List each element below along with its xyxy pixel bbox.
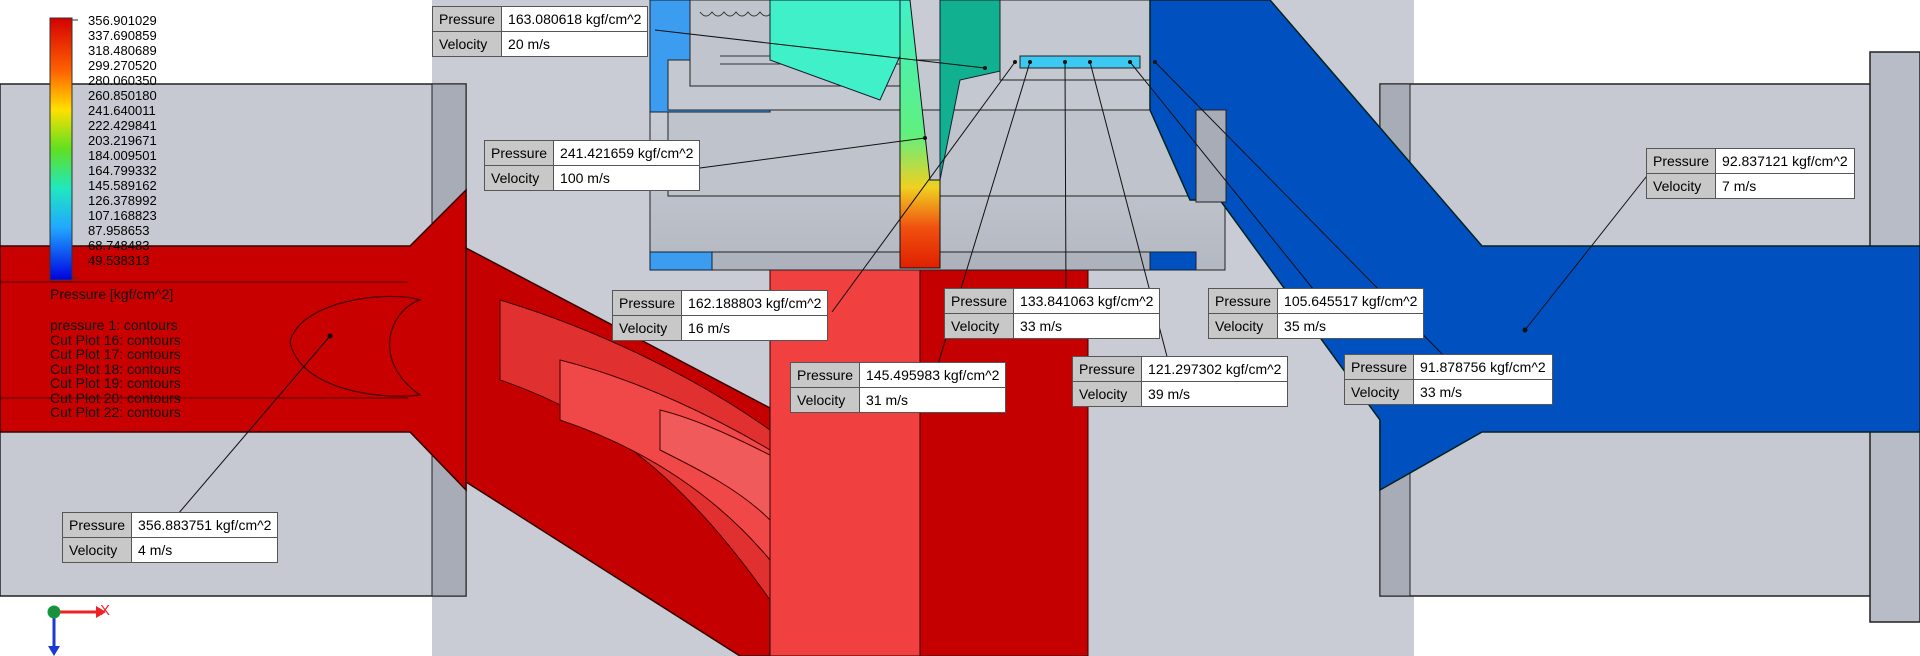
legend-value: 107.168823 <box>88 208 157 223</box>
velocity-label: Velocity <box>1209 313 1279 338</box>
legend-value: 68.748483 <box>88 238 150 253</box>
legend-color-bar <box>49 17 73 281</box>
pressure-value: 356.883751 kgf/cm^2 <box>138 517 272 533</box>
velocity-value: 31 m/s <box>860 387 1006 412</box>
velocity-value: 7 m/s <box>1716 173 1854 198</box>
velocity-value: 39 m/s <box>1142 381 1288 406</box>
velocity-label: Velocity <box>1073 381 1143 406</box>
pressure-label: Pressure <box>613 291 683 315</box>
probe-callout[interactable]: Pressure 91.878756 kgf/cm^2 Velocity 33 m/… <box>1344 354 1553 405</box>
plot-list-item[interactable]: Cut Plot 22: contours <box>50 405 181 420</box>
plot-list-item[interactable]: pressure 1: contours <box>50 318 181 333</box>
velocity-label: Velocity <box>613 315 683 340</box>
legend-value: 241.640011 <box>88 103 156 118</box>
velocity-label: Velocity <box>63 537 133 562</box>
legend-value: 356.901029 <box>88 13 157 28</box>
velocity-label: Velocity <box>485 165 555 190</box>
velocity-value: 20 m/s <box>502 31 648 56</box>
legend-value: 318.480689 <box>88 43 157 58</box>
plot-list-item[interactable]: Cut Plot 16: contours <box>50 332 181 348</box>
pressure-label: Pressure <box>63 513 133 537</box>
legend-value: 49.538313 <box>88 253 150 268</box>
probe-callout[interactable]: Pressure 162.188803 kgf/cm^2 Velocity 16 m… <box>612 290 829 341</box>
velocity-value: 16 m/s <box>682 315 828 340</box>
seat-right-blue <box>1149 251 1197 271</box>
pressure-label: Pressure <box>1647 149 1717 173</box>
velocity-label: Velocity <box>945 313 1015 338</box>
probe-callout[interactable]: Pressure 92.837121 kgf/cm^2 Velocity 7 m/s <box>1646 148 1855 199</box>
plot-list: pressure 1: contours Cut Plot 16: contou… <box>50 318 181 420</box>
pressure-value: 92.837121 kgf/cm^2 <box>1722 153 1848 169</box>
graphics-viewport[interactable]: 356.901029 337.690859 318.480689 299.270… <box>0 0 1920 656</box>
pressure-label: Pressure <box>1209 289 1279 313</box>
seat-left-blue <box>649 251 713 271</box>
legend-value: 126.378992 <box>88 193 157 208</box>
velocity-value: 4 m/s <box>132 537 278 562</box>
piston-ring-cells <box>1019 55 1141 69</box>
pressure-label: Pressure <box>791 363 861 387</box>
pressure-value: 145.495983 kgf/cm^2 <box>866 367 1000 383</box>
pressure-label: Pressure <box>945 289 1015 313</box>
probe-callout[interactable]: Pressure 145.495983 kgf/cm^2 Velocity 31 m… <box>790 362 1007 413</box>
pressure-label: Pressure <box>1345 355 1415 379</box>
pressure-label: Pressure <box>433 7 503 31</box>
legend-value: 184.009501 <box>88 148 157 163</box>
bonnet-flange <box>1195 109 1227 203</box>
probe-callout[interactable]: Pressure 133.841063 kgf/cm^2 Velocity 33 m… <box>944 288 1161 339</box>
legend-value: 260.850180 <box>88 88 157 103</box>
plot-list-item[interactable]: Cut Plot 20: contours <box>50 390 181 406</box>
pressure-value: 162.188803 kgf/cm^2 <box>688 295 822 311</box>
velocity-label: Velocity <box>791 387 861 412</box>
legend-value: 280.060350 <box>88 73 157 88</box>
pressure-value: 121.297302 kgf/cm^2 <box>1148 361 1282 377</box>
probe-callout[interactable]: Pressure 241.421659 kgf/cm^2 Velocity 100 … <box>484 140 701 191</box>
velocity-value: 100 m/s <box>554 165 700 190</box>
plot-list-item[interactable]: Cut Plot 19: contours <box>50 376 181 391</box>
velocity-label: Velocity <box>433 31 503 56</box>
velocity-value: 35 m/s <box>1278 313 1424 338</box>
pressure-value: 105.645517 kgf/cm^2 <box>1284 293 1418 309</box>
pressure-value: 163.080618 kgf/cm^2 <box>508 11 642 27</box>
x-axis-label: X <box>100 602 111 619</box>
velocity-label: Velocity <box>1647 173 1717 198</box>
pressure-value: 133.841063 kgf/cm^2 <box>1020 293 1154 309</box>
axis-triad: X <box>40 600 120 656</box>
probe-callout[interactable]: Pressure 356.883751 kgf/cm^2 Velocity 4 m/… <box>62 512 279 563</box>
probe-callout[interactable]: Pressure 163.080618 kgf/cm^2 Velocity 20 m… <box>432 6 649 57</box>
legend-value: 337.690859 <box>88 28 157 43</box>
probe-callout[interactable]: Pressure 105.645517 kgf/cm^2 Velocity 35 m… <box>1208 288 1425 339</box>
velocity-value: 33 m/s <box>1014 313 1160 338</box>
plot-list-item[interactable]: Cut Plot 18: contours <box>50 361 181 377</box>
pressure-value: 91.878756 kgf/cm^2 <box>1420 359 1546 375</box>
plot-list-item[interactable]: Cut Plot 17: contours <box>50 347 181 362</box>
velocity-value: 33 m/s <box>1414 379 1552 404</box>
legend-value: 299.270520 <box>88 58 157 73</box>
legend-value: 145.589162 <box>88 178 157 193</box>
probe-callout[interactable]: Pressure 121.297302 kgf/cm^2 Velocity 39 m… <box>1072 356 1289 407</box>
velocity-label: Velocity <box>1345 379 1415 404</box>
legend-value: 222.429841 <box>88 118 157 133</box>
legend-value: 203.219671 <box>88 133 157 148</box>
legend-value: 87.958653 <box>88 223 150 238</box>
pressure-label: Pressure <box>1073 357 1143 381</box>
pressure-value: 241.421659 kgf/cm^2 <box>560 145 694 161</box>
legend-value: 164.799332 <box>88 163 157 178</box>
legend-title: Pressure [kgf/cm^2] <box>50 286 174 302</box>
pressure-label: Pressure <box>485 141 555 165</box>
